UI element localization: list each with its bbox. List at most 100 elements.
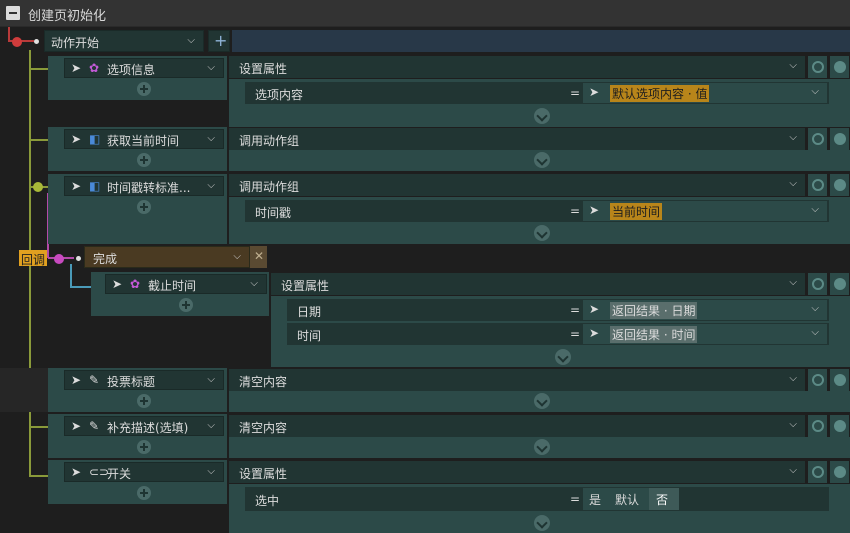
action-type-select[interactable]: 设置属性 ⌵ xyxy=(229,461,805,483)
prop-row: 日期 = ➤ 返回结果 · 日期 ⌵ xyxy=(287,299,829,321)
action-target-select[interactable]: ➤ ◧ 获取当前时间 ⌵ xyxy=(64,129,224,149)
add-child-icon[interactable] xyxy=(137,486,151,500)
add-child-icon[interactable] xyxy=(137,200,151,214)
clock-button[interactable] xyxy=(829,461,849,483)
action-target-label: 选项信息 xyxy=(107,63,156,77)
add-child-icon[interactable] xyxy=(137,153,151,167)
close-icon: ✕ xyxy=(254,249,265,263)
refresh-icon xyxy=(812,374,824,386)
chevron-down-icon: ⌵ xyxy=(187,35,195,46)
action-block: ➤ ✿ 截止时间 ⌵ xyxy=(91,272,269,316)
page-title: 创建页初始化 xyxy=(28,9,107,24)
refresh-icon xyxy=(812,278,824,290)
chevron-down-icon: ⌵ xyxy=(207,62,215,73)
collapse-icon[interactable] xyxy=(6,6,20,20)
props-panel: 时间戳 = ➤ 当前时间 ⌵ xyxy=(229,197,850,244)
chevron-down-icon: ⌵ xyxy=(207,466,215,477)
chevron-down-icon: ⌵ xyxy=(811,204,819,215)
option-default[interactable]: 默认 xyxy=(611,488,649,510)
pointer-icon: ➤ xyxy=(71,132,82,146)
action-target-select[interactable]: ➤ ✿ 截止时间 ⌵ xyxy=(105,274,267,294)
expand-icon[interactable] xyxy=(534,152,550,168)
edit-icon: ✎ xyxy=(89,419,100,433)
pointer-icon: ➤ xyxy=(589,302,600,316)
expand-icon[interactable] xyxy=(534,225,550,241)
pointer-icon: ➤ xyxy=(589,326,600,340)
chevron-down-icon: ⌵ xyxy=(789,419,797,430)
action-type-select[interactable]: 设置属性 ⌵ xyxy=(271,273,805,295)
chevron-down-icon: ⌵ xyxy=(789,465,797,476)
action-type-select[interactable]: 设置属性 ⌵ xyxy=(229,56,805,78)
action-target-label: 开关 xyxy=(107,467,132,481)
expand-icon[interactable] xyxy=(555,349,571,365)
clock-icon xyxy=(834,420,846,432)
prop-label: 时间 xyxy=(297,329,322,343)
chevron-down-icon: ⌵ xyxy=(811,86,819,97)
action-target-label: 获取当前时间 xyxy=(107,134,180,148)
root-node-dot[interactable] xyxy=(12,37,22,47)
action-type-label: 设置属性 xyxy=(239,467,288,481)
callback-node-dot[interactable] xyxy=(54,254,64,264)
clock-button[interactable] xyxy=(829,415,849,437)
chevron-down-icon: ⌵ xyxy=(811,303,819,314)
prop-row: 时间 = ➤ 返回结果 · 时间 ⌵ xyxy=(287,323,829,345)
prop-value-select[interactable]: ➤ 默认选项内容 · 值 ⌵ xyxy=(583,83,827,103)
add-child-icon[interactable] xyxy=(137,394,151,408)
action-type-select[interactable]: 清空内容 ⌵ xyxy=(229,369,805,391)
edit-icon: ✎ xyxy=(89,373,100,387)
clock-button[interactable] xyxy=(829,174,849,196)
action-target-select[interactable]: ➤ ◧ 时间戳转标准... ⌵ xyxy=(64,176,224,196)
action-type-select[interactable]: 调用动作组 ⌵ xyxy=(229,128,805,150)
action-block: ➤ ⊂⊃ 开关 ⌵ xyxy=(48,460,227,504)
add-child-icon[interactable] xyxy=(137,440,151,454)
prop-value-select[interactable]: ➤ 返回结果 · 时间 ⌵ xyxy=(583,324,827,344)
action-type-label: 清空内容 xyxy=(239,375,288,389)
prop-value: 返回结果 · 日期 xyxy=(610,302,698,319)
chevron-down-icon: ⌵ xyxy=(207,420,215,431)
add-child-icon[interactable] xyxy=(179,298,193,312)
action-target-select[interactable]: ➤ ✿ 选项信息 ⌵ xyxy=(64,58,224,78)
remove-callback-button[interactable]: ✕ xyxy=(250,246,267,268)
branch-node-dot[interactable] xyxy=(33,182,43,192)
expand-icon[interactable] xyxy=(534,393,550,409)
root-action-select[interactable]: 动作开始 ⌵ xyxy=(44,30,204,52)
expand-icon[interactable] xyxy=(534,108,550,124)
pointer-icon: ➤ xyxy=(71,61,82,75)
action-target-select[interactable]: ➤ ⊂⊃ 开关 ⌵ xyxy=(64,462,224,482)
prop-label: 选中 xyxy=(255,494,280,508)
refresh-button[interactable] xyxy=(807,128,827,150)
prop-value-select[interactable]: ➤ 当前时间 ⌵ xyxy=(583,201,827,221)
pointer-icon: ➤ xyxy=(71,465,82,479)
action-target-select[interactable]: ➤ ✎ 投票标题 ⌵ xyxy=(64,370,224,390)
refresh-button[interactable] xyxy=(807,273,827,295)
refresh-button[interactable] xyxy=(807,461,827,483)
action-type-select[interactable]: 清空内容 ⌵ xyxy=(229,415,805,437)
add-action-button[interactable]: + xyxy=(208,30,230,52)
refresh-button[interactable] xyxy=(807,56,827,78)
action-type-label: 设置属性 xyxy=(281,279,330,293)
clock-button[interactable] xyxy=(829,369,849,391)
action-target-select[interactable]: ➤ ✎ 补充描述(选填) ⌵ xyxy=(64,416,224,436)
puzzle-icon: ✿ xyxy=(89,61,100,75)
option-no[interactable]: 否 xyxy=(649,488,679,510)
action-type-select[interactable]: 调用动作组 ⌵ xyxy=(229,174,805,196)
clock-icon xyxy=(834,278,846,290)
refresh-button[interactable] xyxy=(807,415,827,437)
option-label: 否 xyxy=(656,493,669,507)
refresh-icon xyxy=(812,61,824,73)
clock-button[interactable] xyxy=(829,56,849,78)
add-child-icon[interactable] xyxy=(137,82,151,96)
props-panel: 选项内容 = ➤ 默认选项内容 · 值 ⌵ xyxy=(229,79,850,127)
refresh-button[interactable] xyxy=(807,369,827,391)
option-yes[interactable]: 是 xyxy=(583,488,611,510)
pointer-icon: ➤ xyxy=(589,203,600,217)
refresh-button[interactable] xyxy=(807,174,827,196)
expand-icon[interactable] xyxy=(534,515,550,531)
clock-button[interactable] xyxy=(829,128,849,150)
clock-button[interactable] xyxy=(829,273,849,295)
callback-select[interactable]: 完成 ⌵ xyxy=(84,246,250,268)
refresh-icon xyxy=(812,420,824,432)
expand-icon[interactable] xyxy=(534,439,550,455)
prop-value-select[interactable]: ➤ 返回结果 · 日期 ⌵ xyxy=(583,300,827,320)
plus-icon: + xyxy=(214,31,228,50)
